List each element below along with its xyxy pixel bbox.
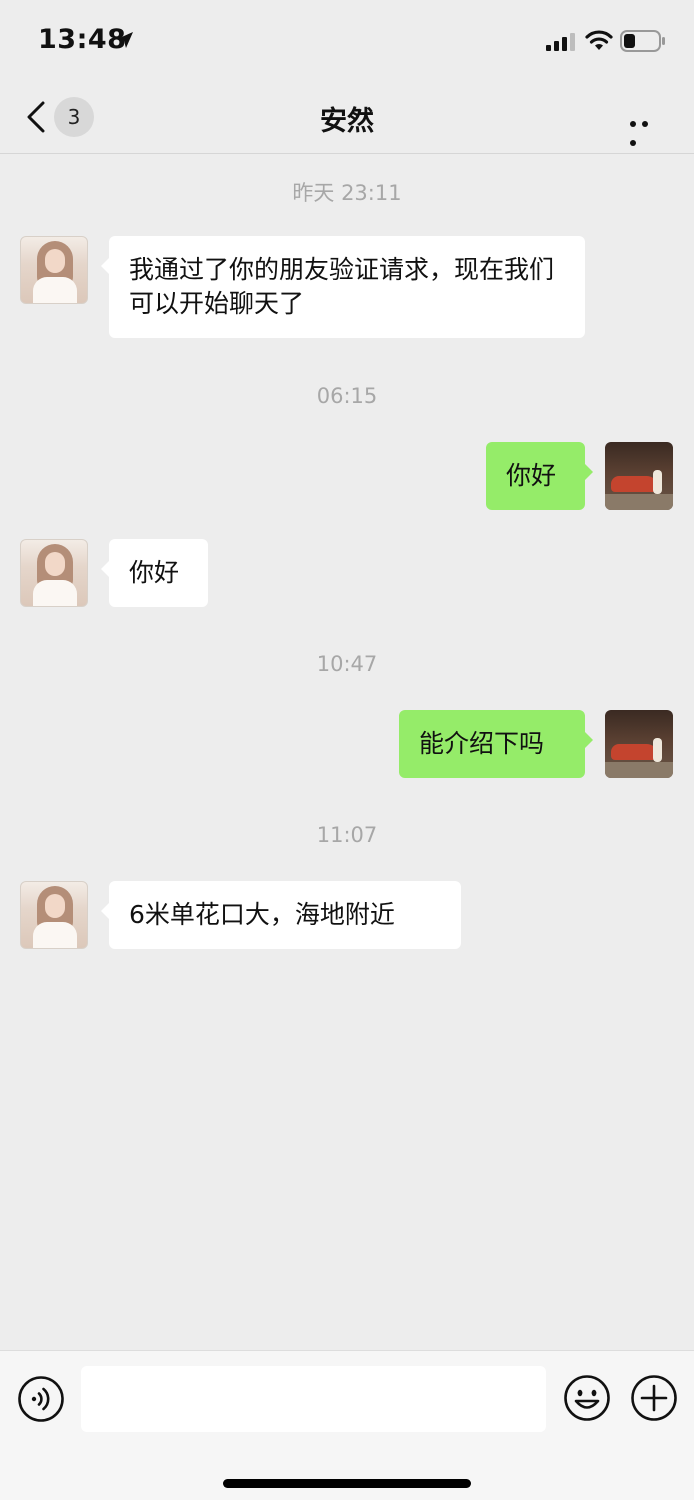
chat-title: 安然	[320, 106, 374, 137]
received-message[interactable]: 6米单花口大，海地附近	[101, 881, 461, 949]
sent-message[interactable]: 你好	[486, 442, 593, 510]
cellular-signal-icon	[546, 33, 575, 51]
contact-avatar[interactable]	[20, 881, 88, 949]
status-time: 13:48	[38, 24, 127, 55]
timestamp: 06:15	[316, 384, 378, 408]
nav-bar: 3 安然	[0, 84, 694, 154]
back-chevron-icon[interactable]	[24, 100, 48, 134]
home-indicator[interactable]	[223, 1479, 471, 1488]
plus-icon[interactable]	[630, 1374, 678, 1422]
emoji-icon[interactable]	[563, 1374, 611, 1422]
input-bar	[0, 1350, 694, 1500]
self-avatar[interactable]	[605, 442, 673, 510]
unread-count-badge[interactable]: 3	[54, 97, 94, 137]
timestamp: 10:47	[316, 652, 378, 676]
timestamp: 11:07	[316, 823, 378, 847]
wifi-icon	[585, 30, 613, 50]
status-bar: 13:48	[0, 0, 694, 84]
received-message[interactable]: 我通过了你的朋友验证请求，现在我们可以开始聊天了	[101, 236, 585, 338]
sent-message[interactable]: 能介绍下吗	[399, 710, 593, 778]
more-dots-icon[interactable]	[630, 112, 664, 146]
message-input[interactable]	[81, 1366, 546, 1432]
battery-icon	[620, 30, 665, 52]
location-arrow-icon	[117, 32, 133, 48]
self-avatar[interactable]	[605, 710, 673, 778]
received-message[interactable]: 你好	[101, 539, 208, 607]
voice-icon[interactable]	[17, 1375, 65, 1423]
contact-avatar[interactable]	[20, 539, 88, 607]
contact-avatar[interactable]	[20, 236, 88, 304]
timestamp: 昨天 23:11	[292, 181, 402, 205]
